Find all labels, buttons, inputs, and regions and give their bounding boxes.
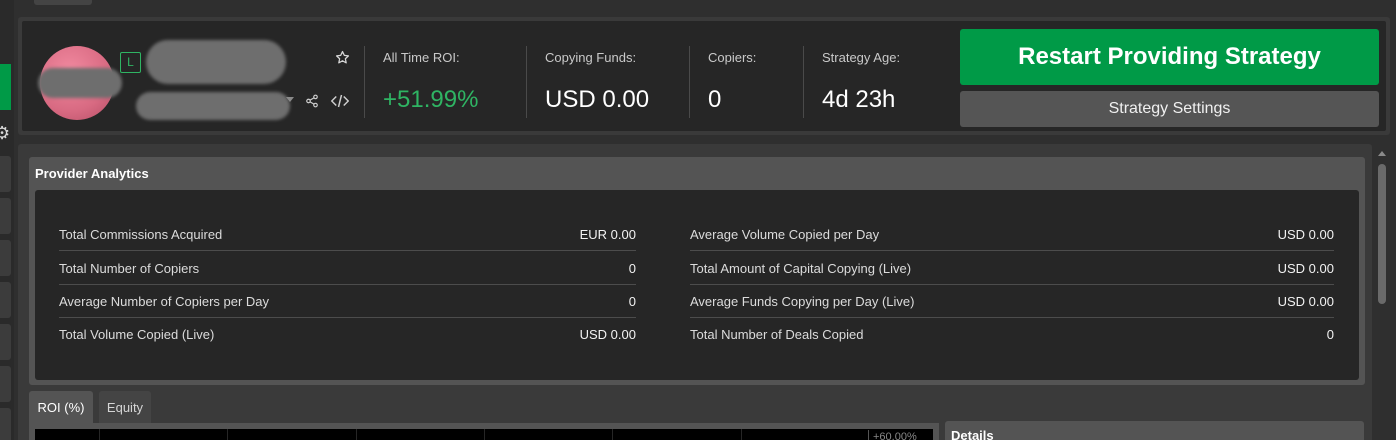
rail-item[interactable]	[0, 240, 11, 276]
row-value: USD 0.00	[579, 327, 636, 342]
scrollbar-thumb[interactable]	[1378, 164, 1386, 304]
restart-strategy-button[interactable]: Restart Providing Strategy	[960, 29, 1379, 85]
row-label: Total Amount of Capital Copying (Live)	[690, 261, 912, 276]
chart-gridline	[741, 429, 742, 440]
chart-axis-label: +60.00%	[868, 430, 932, 440]
panel-title: Provider Analytics	[35, 166, 149, 181]
star-outline-icon[interactable]	[333, 48, 351, 66]
left-rail: ⚙	[0, 0, 14, 440]
analytics-row: Average Volume Copied per Day USD 0.00	[690, 218, 1334, 251]
chart-gridline	[356, 429, 357, 440]
strategy-settings-button[interactable]: Strategy Settings	[960, 91, 1379, 127]
chart-gridline	[612, 429, 613, 440]
row-value: USD 0.00	[1277, 294, 1334, 309]
stat-label-copying-funds: Copying Funds:	[545, 50, 637, 65]
row-value: USD 0.00	[1277, 227, 1334, 242]
row-label: Average Funds Copying per Day (Live)	[690, 294, 915, 309]
analytics-row: Average Funds Copying per Day (Live) USD…	[690, 285, 1334, 318]
redacted-strategy-name	[146, 40, 286, 84]
row-label: Average Number of Copiers per Day	[59, 294, 270, 309]
redacted-avatar-overlay	[38, 68, 122, 98]
stat-label-strategy-age: Strategy Age:	[822, 50, 901, 65]
divider	[689, 46, 690, 118]
divider	[526, 46, 527, 118]
gear-icon[interactable]: ⚙	[0, 124, 10, 142]
row-value: EUR 0.00	[579, 227, 636, 242]
chart-gridline	[227, 429, 228, 440]
details-panel	[945, 421, 1364, 440]
analytics-row: Total Number of Deals Copied 0	[690, 318, 1334, 351]
rail-item[interactable]	[0, 198, 11, 234]
row-label: Total Commissions Acquired	[59, 227, 223, 242]
rail-item[interactable]	[0, 156, 11, 192]
row-value: 0	[1326, 327, 1334, 342]
row-label: Average Volume Copied per Day	[690, 227, 880, 242]
stat-value-copiers: 0	[708, 86, 722, 113]
details-title: Details	[951, 428, 994, 440]
stat-value-copying-funds: USD 0.00	[545, 86, 650, 113]
chevron-down-icon[interactable]	[286, 97, 294, 102]
divider	[803, 46, 804, 118]
row-label: Total Number of Copiers	[59, 261, 200, 276]
chart-gridline	[484, 429, 485, 440]
row-value: USD 0.00	[1277, 261, 1334, 276]
rail-item[interactable]	[0, 324, 11, 360]
analytics-row: Average Number of Copiers per Day 0	[59, 285, 636, 318]
analytics-row: Total Volume Copied (Live) USD 0.00	[59, 318, 636, 351]
stat-value-strategy-age: 4d 23h	[822, 86, 896, 113]
stat-label-roi: All Time ROI:	[383, 50, 460, 65]
top-tab[interactable]	[34, 0, 92, 5]
stat-value-roi: +51.99%	[383, 86, 479, 113]
rail-item[interactable]	[0, 282, 11, 318]
redacted-account-selector[interactable]	[136, 92, 290, 120]
tab-equity[interactable]: Equity	[99, 391, 151, 423]
scroll-up-icon[interactable]	[1378, 151, 1386, 156]
row-label: Total Number of Deals Copied	[690, 327, 864, 342]
analytics-row: Total Commissions Acquired EUR 0.00	[59, 218, 636, 251]
rail-active-item[interactable]	[0, 64, 11, 110]
row-value: 0	[628, 294, 636, 309]
level-badge: L	[120, 52, 141, 73]
rail-item[interactable]	[0, 408, 11, 440]
rail-item[interactable]	[0, 366, 11, 402]
tab-roi[interactable]: ROI (%)	[29, 391, 93, 423]
row-label: Total Volume Copied (Live)	[59, 327, 215, 342]
analytics-row: Total Amount of Capital Copying (Live) U…	[690, 252, 1334, 285]
analytics-row: Total Number of Copiers 0	[59, 252, 636, 285]
chart-gridline	[99, 429, 100, 440]
stat-label-copiers: Copiers:	[708, 50, 757, 65]
code-icon[interactable]	[330, 92, 350, 110]
row-value: 0	[628, 261, 636, 276]
divider	[364, 46, 365, 118]
share-icon[interactable]	[303, 92, 321, 110]
